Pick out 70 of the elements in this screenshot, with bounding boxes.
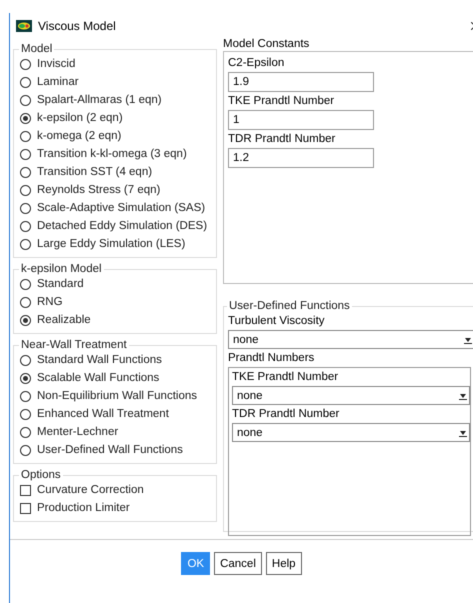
radio-button[interactable] — [20, 202, 31, 214]
dropdown[interactable]: none — [232, 423, 470, 442]
radio-button[interactable] — [20, 238, 31, 250]
option-label[interactable]: Scalable Wall Functions — [37, 372, 160, 384]
option-label[interactable]: Transition SST (4 eqn) — [37, 166, 152, 178]
radio-button[interactable] — [20, 314, 31, 326]
dialog-button[interactable]: Cancel — [214, 552, 262, 575]
option-label[interactable]: Inviscid — [37, 58, 76, 70]
radio-button[interactable] — [20, 94, 31, 106]
radio-button[interactable] — [20, 184, 31, 196]
field-label: TKE Prandtl Number — [228, 94, 336, 109]
input-field[interactable]: 1.9 — [228, 72, 374, 92]
input-field[interactable]: 1 — [228, 110, 374, 130]
app-icon — [16, 20, 32, 32]
option-label[interactable]: RNG — [37, 296, 63, 308]
field-label: Turbulent Viscosity — [228, 314, 326, 329]
option-label[interactable]: Detached Eddy Simulation (DES) — [37, 220, 208, 232]
input-field[interactable]: 1.2 — [228, 148, 374, 168]
radio-button[interactable] — [20, 354, 31, 366]
option-label[interactable]: k-omega (2 eqn) — [37, 130, 122, 142]
option-label[interactable]: Scale-Adaptive Simulation (SAS) — [37, 202, 206, 214]
option-label[interactable]: Transition k-kl-omega (3 eqn) — [37, 148, 187, 160]
window-title: Viscous Model — [38, 19, 116, 33]
field-label: TKE Prandtl Number — [232, 370, 340, 385]
option-label[interactable]: k-epsilon (2 eqn) — [37, 112, 123, 124]
radio-button[interactable] — [20, 76, 31, 88]
option-label[interactable]: Non-Equilibrium Wall Functions — [37, 390, 197, 402]
dialog-button[interactable]: Help — [266, 552, 302, 575]
option-label[interactable]: Large Eddy Simulation (LES) — [37, 238, 186, 250]
option-label[interactable]: Menter-Lechner — [37, 426, 118, 438]
section-title: Model Constants — [223, 37, 310, 51]
checkbox[interactable] — [20, 484, 31, 496]
group-title: Options — [20, 469, 62, 481]
option-label[interactable]: Realizable — [37, 314, 91, 326]
field-label: TDR Prandtl Number — [228, 132, 336, 147]
radio-button[interactable] — [20, 166, 31, 178]
option-label[interactable]: Enhanced Wall Treatment — [37, 408, 169, 420]
dropdown-arrow-icon — [459, 428, 467, 436]
radio-button[interactable] — [20, 112, 31, 124]
radio-button[interactable] — [20, 278, 31, 290]
option-label[interactable]: Curvature Correction — [37, 484, 144, 496]
radio-button[interactable] — [20, 408, 31, 420]
radio-button[interactable] — [20, 58, 31, 70]
option-label[interactable]: Standard — [37, 278, 84, 290]
section-title: Prandtl Numbers — [228, 351, 316, 366]
radio-button[interactable] — [20, 296, 31, 308]
option-label[interactable]: Reynolds Stress (7 eqn) — [37, 184, 160, 196]
group-title: User-Defined Functions — [228, 300, 351, 312]
dropdown[interactable]: none — [228, 330, 473, 349]
option-label[interactable]: User-Defined Wall Functions — [37, 444, 183, 456]
radio-button[interactable] — [20, 426, 31, 438]
dropdown[interactable]: none — [232, 386, 470, 405]
field-label: C2-Epsilon — [228, 56, 286, 71]
radio-button[interactable] — [20, 220, 31, 232]
radio-button[interactable] — [20, 130, 31, 142]
radio-button[interactable] — [20, 372, 31, 384]
dropdown-arrow-icon — [464, 336, 472, 344]
group-title: Near-Wall Treatment — [20, 339, 128, 351]
radio-button[interactable] — [20, 444, 31, 456]
checkbox[interactable] — [20, 502, 31, 514]
option-label[interactable]: Production Limiter — [37, 502, 130, 514]
dropdown-arrow-icon — [459, 392, 467, 400]
option-label[interactable]: Laminar — [37, 76, 79, 88]
radio-button[interactable] — [20, 390, 31, 402]
field-label: TDR Prandtl Number — [232, 407, 340, 422]
option-label[interactable]: Spalart-Allmaras (1 eqn) — [37, 94, 162, 106]
group-title: k-epsilon Model — [20, 263, 103, 275]
option-label[interactable]: Standard Wall Functions — [37, 354, 162, 366]
radio-button[interactable] — [20, 148, 31, 160]
group-title: Model — [20, 43, 54, 55]
